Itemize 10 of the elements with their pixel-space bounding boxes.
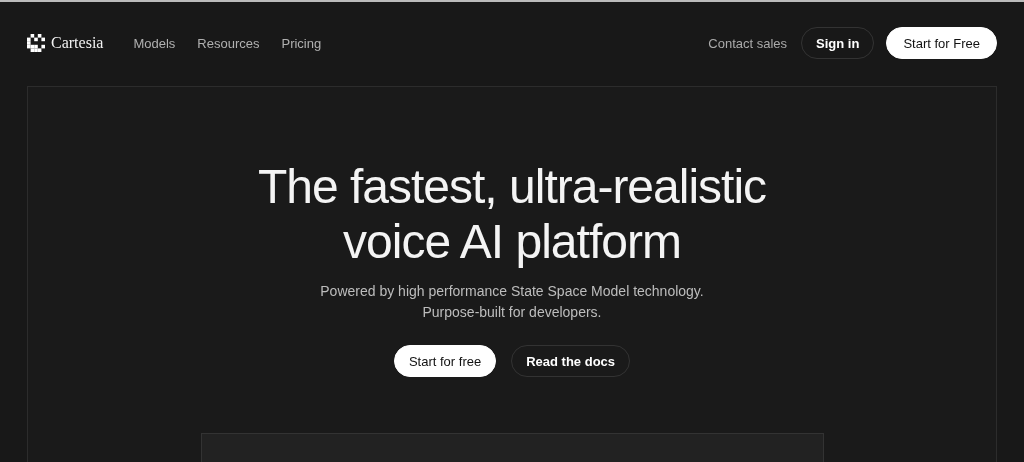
- hero-subtitle: Powered by high performance State Space Model technology. Purpose-built for developers.: [320, 282, 704, 322]
- brand-name[interactable]: Cartesia: [51, 34, 104, 52]
- logo-icon: [27, 34, 45, 52]
- start-button[interactable]: Start for Free: [886, 27, 997, 59]
- start-button[interactable]: Start for free: [393, 345, 497, 377]
- nav-link[interactable]: Pricing: [281, 35, 322, 51]
- nav-link[interactable]: Resources: [197, 35, 260, 51]
- contact-sales-link[interactable]: Contact sales: [708, 35, 788, 51]
- hero-title: The fastest, ultra-realistic voice AI platform: [257, 159, 767, 269]
- nav-link[interactable]: Models: [133, 35, 176, 51]
